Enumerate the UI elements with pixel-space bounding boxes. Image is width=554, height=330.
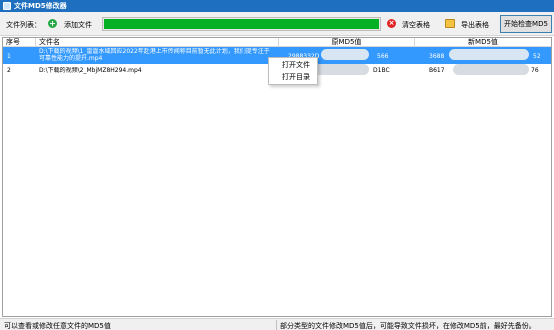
context-menu-open-file[interactable]: 打开文件	[269, 59, 317, 71]
row-original-md5-tail: 566	[377, 53, 389, 60]
app-icon	[3, 2, 11, 10]
clear-table-button[interactable]: × 清空表格	[384, 17, 436, 31]
status-bar: 可以查看或修改任意文件的MD5值 部分类型的文件修改MD5值后，可能导致文件损坏…	[0, 318, 554, 330]
row-new-md5-head: B617	[429, 67, 445, 74]
redaction-blur	[321, 49, 369, 60]
file-list-label: 文件列表：	[6, 21, 41, 29]
row-original-md5-tail: D1BC	[373, 67, 390, 74]
row-new-md5-tail: 52	[533, 53, 541, 60]
add-file-label: 添加文件	[64, 21, 92, 29]
context-menu-open-folder[interactable]: 打开目录	[269, 71, 317, 83]
row-filename: D:\下载的视频\2_MbjMZ8H294.mp4	[39, 67, 142, 74]
export-table-button[interactable]: 导出表格	[443, 17, 495, 31]
close-circle-icon: ×	[387, 19, 396, 28]
row-filename: D:\下载的视频\1_雷霆水域回应2022年赴港上市传闻称目前暂无此计划，我们提…	[39, 48, 270, 62]
column-header-index[interactable]: 序号	[3, 38, 36, 47]
status-divider	[276, 320, 277, 330]
add-file-button[interactable]: + 添加文件	[45, 17, 107, 31]
export-table-label: 导出表格	[461, 21, 489, 29]
status-left-text: 可以查看或修改任意文件的MD5值	[4, 322, 111, 330]
window-title: 文件MD5修改器	[14, 2, 67, 10]
redaction-blur	[453, 64, 529, 75]
clear-table-label: 清空表格	[402, 21, 430, 29]
row-new-md5-tail: 76	[531, 67, 539, 74]
redaction-blur	[449, 49, 529, 60]
add-circle-icon: +	[48, 19, 57, 28]
column-header-new-md5[interactable]: 新MD5值	[415, 38, 551, 47]
table-header: 序号 文件名 原MD5值 新MD5值	[3, 38, 551, 47]
column-header-original-md5[interactable]: 原MD5值	[279, 38, 415, 47]
status-right-text: 部分类型的文件修改MD5值后，可能导致文件损坏，在修改MD5前，最好先备份。	[280, 322, 536, 330]
start-check-md5-button[interactable]: 开始检查MD5	[500, 15, 552, 33]
row-index: 2	[7, 67, 11, 74]
row-new-md5-head: 3688	[429, 53, 445, 60]
context-menu: 打开文件 打开目录	[268, 57, 318, 85]
toolbar: 文件列表： + 添加文件 × 清空表格 导出表格 开始检查MD5	[0, 12, 554, 36]
window-titlebar: 文件MD5修改器	[0, 0, 554, 12]
folder-export-icon	[445, 19, 455, 28]
row-index: 1	[7, 53, 11, 60]
progress-bar	[102, 17, 381, 31]
column-header-filename[interactable]: 文件名	[36, 38, 279, 47]
progress-fill	[104, 19, 379, 29]
